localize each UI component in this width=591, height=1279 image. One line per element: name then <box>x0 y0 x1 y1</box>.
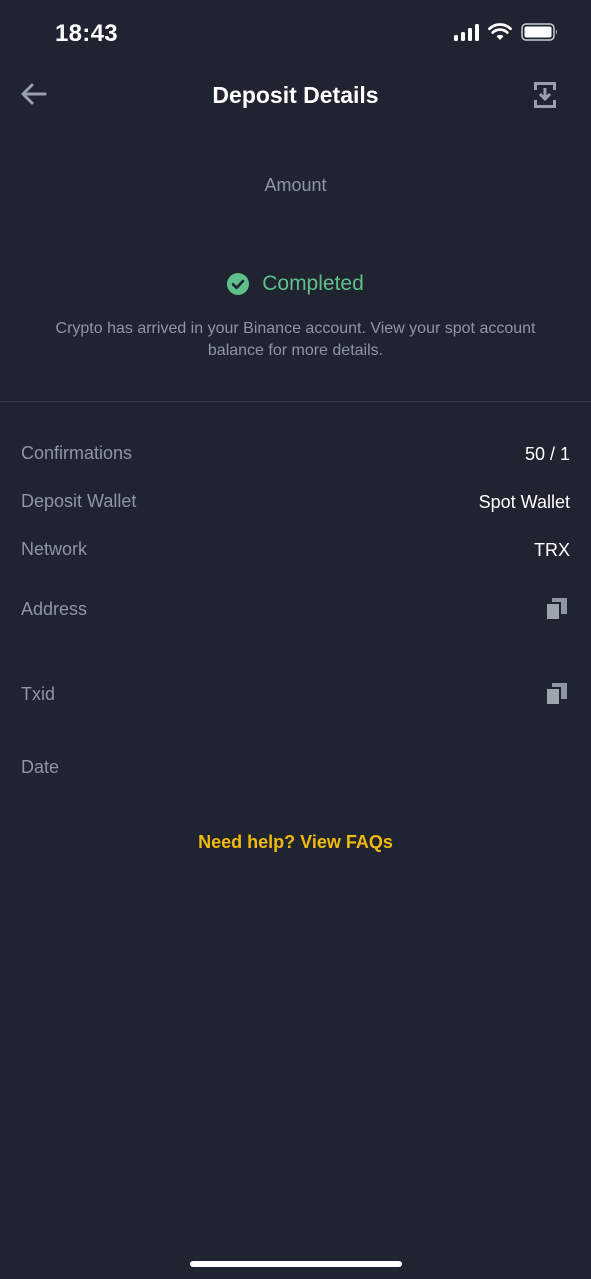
amount-label: Amount <box>264 175 327 195</box>
copy-icon[interactable] <box>546 683 567 705</box>
header: Deposit Details <box>0 66 591 126</box>
deposit-wallet-value: Spot Wallet <box>478 492 570 512</box>
txid-label: Txid <box>21 684 56 704</box>
page-title: Deposit Details <box>212 82 379 108</box>
wifi-icon <box>488 23 512 40</box>
status-bar: 18:43 <box>0 0 591 66</box>
help-faq-link[interactable]: Need help? View FAQs <box>0 832 591 853</box>
status-time: 18:43 <box>55 20 118 47</box>
confirmations-value: 50 / 1 <box>524 444 570 464</box>
status-description: Crypto has arrived in your Binance accou… <box>55 320 536 359</box>
home-indicator[interactable] <box>190 1261 402 1267</box>
share-icon[interactable] <box>531 80 559 110</box>
deposit-wallet-label: Deposit Wallet <box>21 491 137 511</box>
confirmations-label: Confirmations <box>21 443 133 463</box>
signal-icon <box>454 23 479 41</box>
status-text: Completed <box>262 272 364 295</box>
check-circle-icon <box>227 273 250 295</box>
address-label: Address <box>21 599 88 619</box>
divider <box>0 401 591 402</box>
network-value: TRX <box>534 540 570 560</box>
network-label: Network <box>21 539 88 559</box>
copy-icon[interactable] <box>546 598 567 620</box>
battery-icon <box>521 23 557 41</box>
status-icons <box>454 23 557 41</box>
deposit-status: Completed <box>0 272 591 296</box>
date-label: Date <box>21 757 60 777</box>
